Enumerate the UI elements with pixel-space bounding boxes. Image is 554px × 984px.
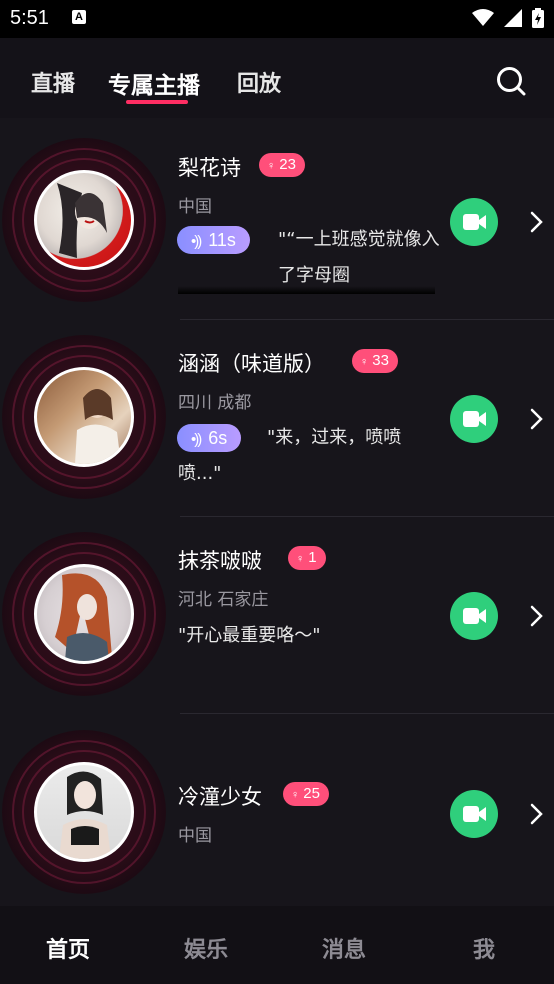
host-quote: "来，过来，喷喷喷..." [178, 427, 402, 484]
system-icons [472, 8, 544, 28]
host-name: 梨花诗 [178, 156, 241, 180]
level-badge: ♀ 23 [259, 153, 305, 177]
wifi-icon [472, 9, 494, 26]
tab-live[interactable]: 直播 [31, 66, 75, 98]
avatar[interactable] [34, 367, 134, 467]
host-location: 河北 石家庄 [178, 590, 269, 610]
active-tab-indicator [126, 100, 188, 104]
host-name: 冷潼少女 [178, 785, 262, 809]
video-camera-icon [463, 411, 486, 427]
female-icon: ♀ [296, 553, 305, 565]
avatar[interactable] [34, 170, 134, 270]
search-icon[interactable] [496, 66, 526, 96]
list-item[interactable]: 抹茶啵啵 ♀ 1 河北 石家庄 "开心最重要咯～" [0, 515, 554, 714]
quote-fade [178, 286, 435, 294]
avatar[interactable] [34, 564, 134, 664]
status-time: 5:51 [10, 7, 49, 29]
avatar-halo [2, 138, 166, 302]
female-icon: ♀ [267, 160, 276, 172]
app-notification-icon: A [72, 10, 86, 24]
avatar[interactable] [34, 762, 134, 862]
bottom-navigation: 首页 娱乐 消息 我 [0, 906, 554, 984]
host-quote: "开心最重要咯～" [178, 625, 321, 646]
video-camera-icon [463, 806, 486, 822]
host-location: 四川 成都 [178, 393, 252, 413]
female-icon: ♀ [360, 356, 369, 368]
chevron-right-icon[interactable] [526, 405, 546, 433]
tab-me[interactable]: 我 [473, 932, 495, 964]
video-call-button[interactable] [450, 790, 498, 838]
tab-replay[interactable]: 回放 [237, 66, 281, 98]
list-item[interactable]: 冷潼少女 ♀ 25 中国 [0, 713, 554, 911]
voice-message-button[interactable]: •)) 11s [177, 226, 250, 254]
avatar-halo [2, 335, 166, 499]
chevron-right-icon[interactable] [526, 208, 546, 236]
level-badge: ♀ 33 [352, 349, 398, 373]
list-item[interactable]: 涵涵（味道版） ♀ 33 四川 成都 •)) 6s "来，过来，喷喷喷..." [0, 318, 554, 517]
host-quote: "“一上班感觉就像入了字母圈 [278, 229, 440, 286]
tab-home[interactable]: 首页 [46, 932, 90, 964]
video-camera-icon [463, 608, 486, 624]
avatar-halo [2, 532, 166, 696]
chevron-right-icon[interactable] [526, 602, 546, 630]
level-badge: ♀ 1 [288, 546, 326, 570]
host-name: 抹茶啵啵 [178, 549, 262, 573]
tab-exclusive-hosts[interactable]: 专属主播 [108, 66, 200, 100]
tab-entertainment[interactable]: 娱乐 [184, 932, 228, 964]
video-call-button[interactable] [450, 198, 498, 246]
host-location: 中国 [178, 197, 212, 217]
video-camera-icon [463, 214, 486, 230]
video-call-button[interactable] [450, 592, 498, 640]
host-location: 中国 [178, 826, 212, 846]
avatar-halo [2, 730, 166, 894]
voice-wave-icon: •)) [191, 233, 202, 250]
status-bar: 5:51 A [0, 0, 554, 38]
female-icon: ♀ [291, 789, 300, 801]
battery-icon [532, 8, 544, 28]
signal-icon [504, 9, 522, 27]
chevron-right-icon[interactable] [526, 800, 546, 828]
top-navigation: 直播 专属主播 回放 [0, 38, 554, 118]
list-item[interactable]: 梨花诗 ♀ 23 中国 •)) 11s "“一上班感觉就像入了字母圈 [0, 118, 554, 320]
tab-messages[interactable]: 消息 [322, 932, 366, 964]
host-name: 涵涵（味道版） [178, 352, 325, 376]
video-call-button[interactable] [450, 395, 498, 443]
level-badge: ♀ 25 [283, 782, 329, 806]
